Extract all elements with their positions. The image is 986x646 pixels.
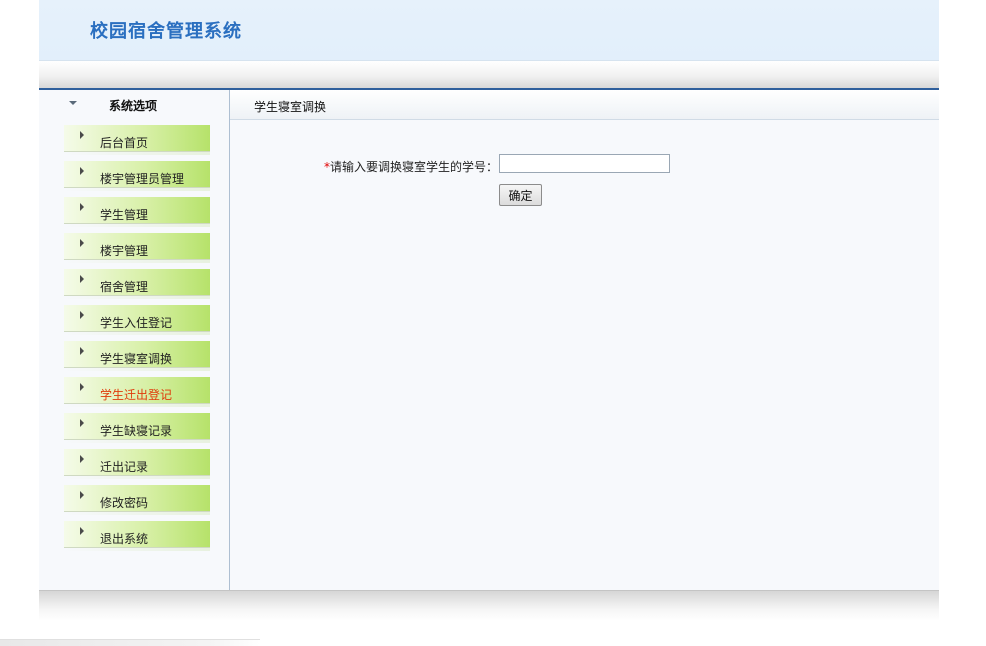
app-frame: 校园宿舍管理系统 系统选项 后台首页 楼宇管理员管理 学生管理 楼宇管理 宿舍管…	[39, 0, 939, 645]
sidebar-item-logout[interactable]: 退出系统	[64, 521, 210, 551]
sidebar-item-label: 学生入住登记	[100, 316, 173, 330]
sidebar-item-label: 学生缺寝记录	[100, 424, 173, 438]
main-content: 学生寝室调换 *请输入要调换寝室学生的学号： 确定	[230, 90, 939, 590]
sidebar-header[interactable]: 系统选项	[39, 90, 229, 120]
sidebar-menu: 后台首页 楼宇管理员管理 学生管理 楼宇管理 宿舍管理 学生入住登记 学生寝室调…	[64, 125, 210, 557]
sidebar-item-room-swap[interactable]: 学生寝室调换	[64, 341, 210, 371]
sidebar-item-label: 学生迁出登记	[100, 388, 173, 402]
page-title: 学生寝室调换	[254, 100, 327, 114]
arrow-right-icon	[80, 131, 84, 139]
confirm-button[interactable]: 确定	[499, 184, 542, 206]
sidebar-item-check-out[interactable]: 学生迁出登记	[64, 377, 210, 407]
sidebar-item-label: 后台首页	[100, 136, 149, 150]
student-id-label-text: 请输入要调换寝室学生的学号：	[330, 160, 499, 174]
arrow-right-icon	[80, 455, 84, 463]
sidebar-item-label: 学生寝室调换	[100, 352, 173, 366]
top-bar	[39, 61, 939, 90]
breadcrumb: 学生寝室调换	[230, 90, 939, 120]
arrow-right-icon	[80, 311, 84, 319]
sidebar-item-label: 楼宇管理员管理	[100, 172, 185, 186]
arrow-right-icon	[80, 419, 84, 427]
arrow-right-icon	[80, 239, 84, 247]
sidebar-item-label: 宿舍管理	[100, 280, 149, 294]
sidebar-item-building-admin[interactable]: 楼宇管理员管理	[64, 161, 210, 191]
sidebar-item-label: 退出系统	[100, 532, 149, 546]
sidebar-item-absence[interactable]: 学生缺寝记录	[64, 413, 210, 443]
sidebar-item-label: 楼宇管理	[100, 244, 149, 258]
sidebar-item-label: 迁出记录	[100, 460, 149, 474]
sidebar-item-home[interactable]: 后台首页	[64, 125, 210, 155]
sidebar-item-label: 修改密码	[100, 496, 149, 510]
sidebar: 系统选项 后台首页 楼宇管理员管理 学生管理 楼宇管理 宿舍管理 学生入住登记 …	[39, 90, 230, 590]
arrow-right-icon	[80, 203, 84, 211]
student-id-input[interactable]	[499, 154, 670, 173]
sidebar-item-label: 学生管理	[100, 208, 149, 222]
sidebar-item-students[interactable]: 学生管理	[64, 197, 210, 227]
header-banner: 校园宿舍管理系统	[39, 0, 939, 61]
arrow-right-icon	[80, 167, 84, 175]
sidebar-item-dorms[interactable]: 宿舍管理	[64, 269, 210, 299]
arrow-right-icon	[80, 383, 84, 391]
footer-bar	[39, 590, 939, 621]
arrow-right-icon	[80, 491, 84, 499]
arrow-right-icon	[80, 347, 84, 355]
sidebar-item-checkout-records[interactable]: 迁出记录	[64, 449, 210, 479]
student-id-label: *请输入要调换寝室学生的学号：	[324, 158, 498, 175]
sidebar-title: 系统选项	[109, 99, 158, 113]
arrow-right-icon	[80, 275, 84, 283]
sidebar-item-check-in[interactable]: 学生入住登记	[64, 305, 210, 335]
arrow-right-icon	[80, 527, 84, 535]
app-title: 校园宿舍管理系统	[90, 21, 242, 42]
sidebar-item-change-password[interactable]: 修改密码	[64, 485, 210, 515]
sidebar-item-buildings[interactable]: 楼宇管理	[64, 233, 210, 263]
caret-down-icon	[69, 101, 77, 105]
